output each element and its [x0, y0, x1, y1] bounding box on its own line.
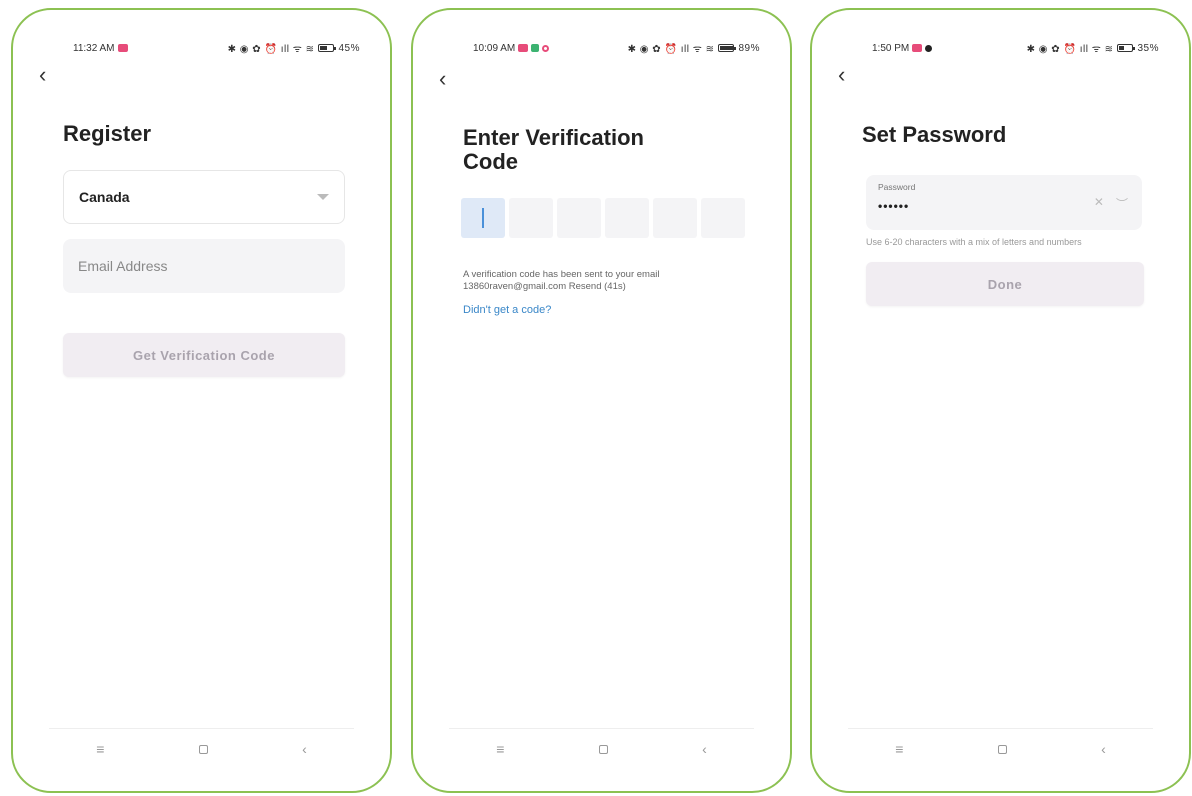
battery-icon: [718, 44, 737, 52]
nav-back-icon[interactable]: ‹: [302, 741, 307, 757]
notification-icon: [117, 44, 128, 52]
code-digit-3[interactable]: [557, 198, 601, 238]
code-digit-6[interactable]: [701, 198, 745, 238]
page-title: Set Password: [862, 122, 1007, 147]
page-title: Enter Verification Code: [463, 125, 644, 175]
title-line-1: Enter Verification: [463, 125, 644, 150]
code-digit-5[interactable]: [653, 198, 697, 238]
home-icon[interactable]: [198, 744, 208, 754]
password-label: Password: [878, 182, 916, 192]
status-time: 10:09 AM: [473, 42, 516, 54]
register-screen: 11:32 AM ✱ ◉ ✿ ⏰ ıll ᯤ ≋ 45% ‹ Register …: [11, 8, 392, 793]
info-line-2: 13860raven@gmail.com Resend (41s): [463, 280, 626, 292]
chevron-down-icon: [317, 194, 329, 200]
verification-code-input[interactable]: [461, 198, 745, 238]
password-field[interactable]: Password •••••• ✕ ︶: [866, 175, 1142, 230]
battery-percent: 35%: [1137, 42, 1159, 54]
status-time: 11:32 AM: [73, 42, 115, 54]
text-cursor: [482, 208, 484, 228]
back-arrow-icon[interactable]: ‹: [39, 64, 46, 86]
eye-closed-icon[interactable]: ︶: [1116, 195, 1128, 212]
notification-icon: [518, 44, 529, 52]
app-notification-icon: [531, 44, 540, 52]
system-nav-bar: ≡ ‹: [449, 728, 754, 769]
clear-icon[interactable]: ✕: [1094, 195, 1104, 212]
country-value: Canada: [79, 189, 130, 205]
record-icon: [542, 44, 550, 52]
menu-icon[interactable]: ≡: [96, 741, 104, 757]
status-bar: 11:32 AM ✱ ◉ ✿ ⏰ ıll ᯤ ≋ 45%: [73, 40, 360, 56]
country-select[interactable]: Canada: [63, 170, 345, 224]
password-hint: Use 6-20 characters with a mix of letter…: [866, 237, 1082, 247]
nav-back-icon[interactable]: ‹: [702, 741, 707, 757]
done-button[interactable]: Done: [866, 262, 1144, 306]
password-value: ••••••: [878, 199, 910, 213]
status-icons: ✱ ◉ ✿ ⏰ ıll ᯤ ≋: [1026, 44, 1114, 55]
system-nav-bar: ≡ ‹: [49, 728, 354, 769]
nav-back-icon[interactable]: ‹: [1101, 741, 1106, 757]
get-verification-code-button[interactable]: Get Verification Code: [63, 333, 345, 377]
email-placeholder: Email Address: [78, 258, 168, 274]
back-arrow-icon[interactable]: ‹: [838, 64, 845, 86]
info-line-1: A verification code has been sent to you…: [463, 269, 660, 280]
status-icons: ✱ ◉ ✿ ⏰ ıll ᯤ ≋: [627, 44, 715, 55]
didnt-get-code-link[interactable]: Didn't get a code?: [463, 304, 551, 316]
battery-icon: [1117, 44, 1136, 52]
menu-icon[interactable]: ≡: [895, 741, 903, 757]
code-digit-2[interactable]: [509, 198, 553, 238]
title-line-2: Code: [463, 149, 518, 175]
status-bar: 1:50 PM ✱ ◉ ✿ ⏰ ıll ᯤ ≋ 35%: [872, 40, 1159, 56]
battery-percent: 89%: [738, 42, 760, 54]
code-digit-4[interactable]: [605, 198, 649, 238]
dot-icon: [925, 44, 933, 52]
page-title: Register: [63, 121, 152, 146]
status-icons: ✱ ◉ ✿ ⏰ ıll ᯤ ≋: [227, 44, 315, 55]
notification-icon: [912, 44, 923, 52]
home-icon[interactable]: [598, 744, 608, 754]
code-digit-1[interactable]: [461, 198, 505, 238]
home-icon[interactable]: [997, 744, 1007, 754]
status-time: 1:50 PM: [872, 42, 910, 54]
system-nav-bar: ≡ ‹: [848, 728, 1153, 769]
email-field[interactable]: Email Address: [63, 239, 345, 293]
set-password-screen: 1:50 PM ✱ ◉ ✿ ⏰ ıll ᯤ ≋ 35% ‹ Set Passwo…: [810, 8, 1191, 793]
verification-info: A verification code has been sent to you…: [463, 269, 743, 293]
battery-icon: [318, 44, 337, 52]
menu-icon[interactable]: ≡: [496, 741, 504, 757]
back-arrow-icon[interactable]: ‹: [439, 68, 446, 90]
battery-percent: 45%: [338, 42, 360, 54]
verification-screen: 10:09 AM ✱ ◉ ✿ ⏰ ıll ᯤ ≋ 89% ‹ Enter Ver…: [411, 8, 792, 793]
status-bar: 10:09 AM ✱ ◉ ✿ ⏰ ıll ᯤ ≋ 89%: [473, 40, 760, 56]
